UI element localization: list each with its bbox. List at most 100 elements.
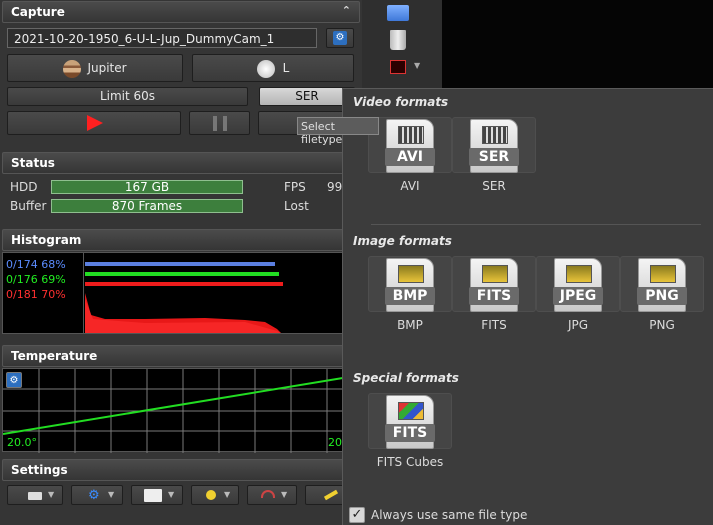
histogram-panel: 0/174 68% 0/176 69% 0/181 70%	[2, 252, 360, 334]
side-toolbar: ▼	[362, 0, 442, 90]
pause-icon	[213, 116, 227, 131]
record-button[interactable]	[7, 111, 181, 135]
target-button[interactable]: Jupiter	[7, 54, 183, 82]
chevron-down-icon: ▼	[224, 490, 231, 499]
jpeg-file-icon: JPEG	[553, 258, 603, 312]
special-formats-title: Special formats	[353, 371, 459, 385]
format-option-png[interactable]: PNG PNG	[620, 256, 704, 332]
jupiter-icon	[63, 59, 82, 78]
temperature-left-value: 20.0°	[7, 436, 37, 449]
status-header[interactable]: Status	[2, 152, 360, 174]
keyboard-icon	[28, 492, 42, 500]
chevron-down-icon: ▼	[281, 490, 288, 499]
target-label: Jupiter	[87, 61, 127, 75]
filename-settings-button[interactable]: ⚙	[326, 28, 354, 48]
histogram-divider	[83, 253, 84, 333]
chevron-down-icon[interactable]: ▼	[414, 61, 420, 70]
fits-file-icon: FITS	[469, 258, 519, 312]
format-tag: FITS	[469, 287, 519, 305]
trash-icon[interactable]	[390, 30, 406, 50]
hdd-bar: 167 GB	[51, 180, 243, 194]
play-icon	[87, 115, 103, 131]
buffer-bar: 870 Frames	[51, 199, 243, 213]
filter-icon	[256, 59, 275, 78]
format-option-fits-cubes[interactable]: FITS FITS Cubes	[368, 393, 452, 469]
temperature-graph: ⚙ 20.0° 20	[2, 368, 361, 453]
ser-file-icon: SER	[469, 119, 519, 173]
fps-value: 99	[327, 180, 343, 194]
avi-file-icon	[144, 489, 162, 502]
gauge-dropdown[interactable]: ▼	[247, 485, 297, 505]
format-tag: AVI	[385, 148, 435, 166]
filetype-popup: Video formats AVI AVI SER SER Image form…	[342, 88, 713, 525]
gear-icon: ⚙	[88, 488, 100, 503]
pause-button[interactable]	[189, 111, 250, 135]
format-tag: SER	[469, 148, 519, 166]
format-name: JPG	[567, 318, 589, 332]
histogram-blue-stat: 0/174 68%	[6, 258, 66, 271]
settings-header[interactable]: Settings	[2, 459, 360, 481]
histogram-green-stat: 0/176 69%	[6, 273, 66, 286]
format-name: AVI	[400, 179, 420, 193]
capture-title: Capture	[11, 5, 65, 19]
filetype-selector-icon[interactable]	[390, 60, 406, 74]
histogram-green-bar	[85, 272, 279, 276]
format-name: SER	[482, 179, 506, 193]
gauge-icon	[261, 490, 275, 498]
bulb-icon	[206, 490, 216, 500]
chevron-down-icon: ▼	[168, 490, 175, 499]
chevron-down-icon: ▼	[108, 490, 115, 499]
telescope-icon	[323, 489, 339, 501]
histogram-stats: 0/174 68% 0/176 69% 0/181 70%	[6, 257, 66, 302]
display-dropdown[interactable]: ▼	[191, 485, 239, 505]
format-name: FITS	[481, 318, 507, 332]
filter-button[interactable]: L	[192, 54, 354, 82]
format-tag: BMP	[385, 287, 435, 305]
left-panel: Capture ⌃ 2021-10-20-1950_6-U-L-Jup_Dumm…	[0, 0, 362, 525]
format-option-avi[interactable]: AVI AVI	[368, 117, 452, 193]
preview-area	[442, 0, 713, 90]
filename-input[interactable]: 2021-10-20-1950_6-U-L-Jup_DummyCam_1	[7, 28, 317, 48]
collapse-icon[interactable]: ⌃	[342, 4, 351, 17]
format-option-jpg[interactable]: JPEG JPG	[536, 256, 620, 332]
png-file-icon: PNG	[637, 258, 687, 312]
keyboard-dropdown[interactable]: ▼	[7, 485, 63, 505]
filter-label: L	[282, 61, 290, 75]
video-formats-title: Video formats	[353, 95, 449, 109]
format-tag: JPEG	[553, 287, 603, 305]
histogram-blue-bar	[85, 262, 275, 266]
histogram-red-bar	[85, 282, 283, 286]
format-option-bmp[interactable]: BMP BMP	[368, 256, 452, 332]
settings-title: Settings	[11, 463, 68, 477]
format-dropdown[interactable]: ▼	[131, 485, 183, 505]
format-option-ser[interactable]: SER SER	[452, 117, 536, 193]
temperature-right-value: 20	[328, 436, 342, 449]
histogram-plot	[85, 293, 281, 333]
hdd-label: HDD	[10, 180, 38, 194]
format-name: PNG	[649, 318, 675, 332]
bmp-file-icon: BMP	[385, 258, 435, 312]
format-name: BMP	[397, 318, 423, 332]
always-same-label: Always use same file type	[371, 508, 528, 522]
chevron-down-icon: ▼	[48, 490, 55, 499]
buffer-label: Buffer	[10, 199, 47, 213]
temperature-settings-icon[interactable]: ⚙	[6, 372, 22, 388]
format-option-fits[interactable]: FITS FITS	[452, 256, 536, 332]
filetype-tooltip: Select filetype	[297, 117, 379, 146]
image-formats-title: Image formats	[353, 234, 452, 248]
folder-icon[interactable]	[387, 5, 409, 21]
fits-cube-file-icon: FITS	[385, 395, 435, 449]
fps-label: FPS	[284, 180, 306, 194]
avi-file-icon: AVI	[385, 119, 435, 173]
settings-dropdown[interactable]: ⚙ ▼	[71, 485, 123, 505]
always-same-checkbox[interactable]: ✓	[349, 507, 365, 523]
histogram-header[interactable]: Histogram	[2, 229, 360, 251]
filetype-button[interactable]: SER	[259, 87, 355, 106]
temperature-header[interactable]: Temperature	[2, 345, 360, 367]
format-name: FITS Cubes	[376, 455, 444, 469]
separator	[371, 224, 701, 225]
lost-label: Lost	[284, 199, 309, 213]
capture-header[interactable]: Capture ⌃	[2, 1, 360, 23]
format-tag: FITS	[385, 424, 435, 442]
limit-button[interactable]: Limit 60s	[7, 87, 248, 106]
